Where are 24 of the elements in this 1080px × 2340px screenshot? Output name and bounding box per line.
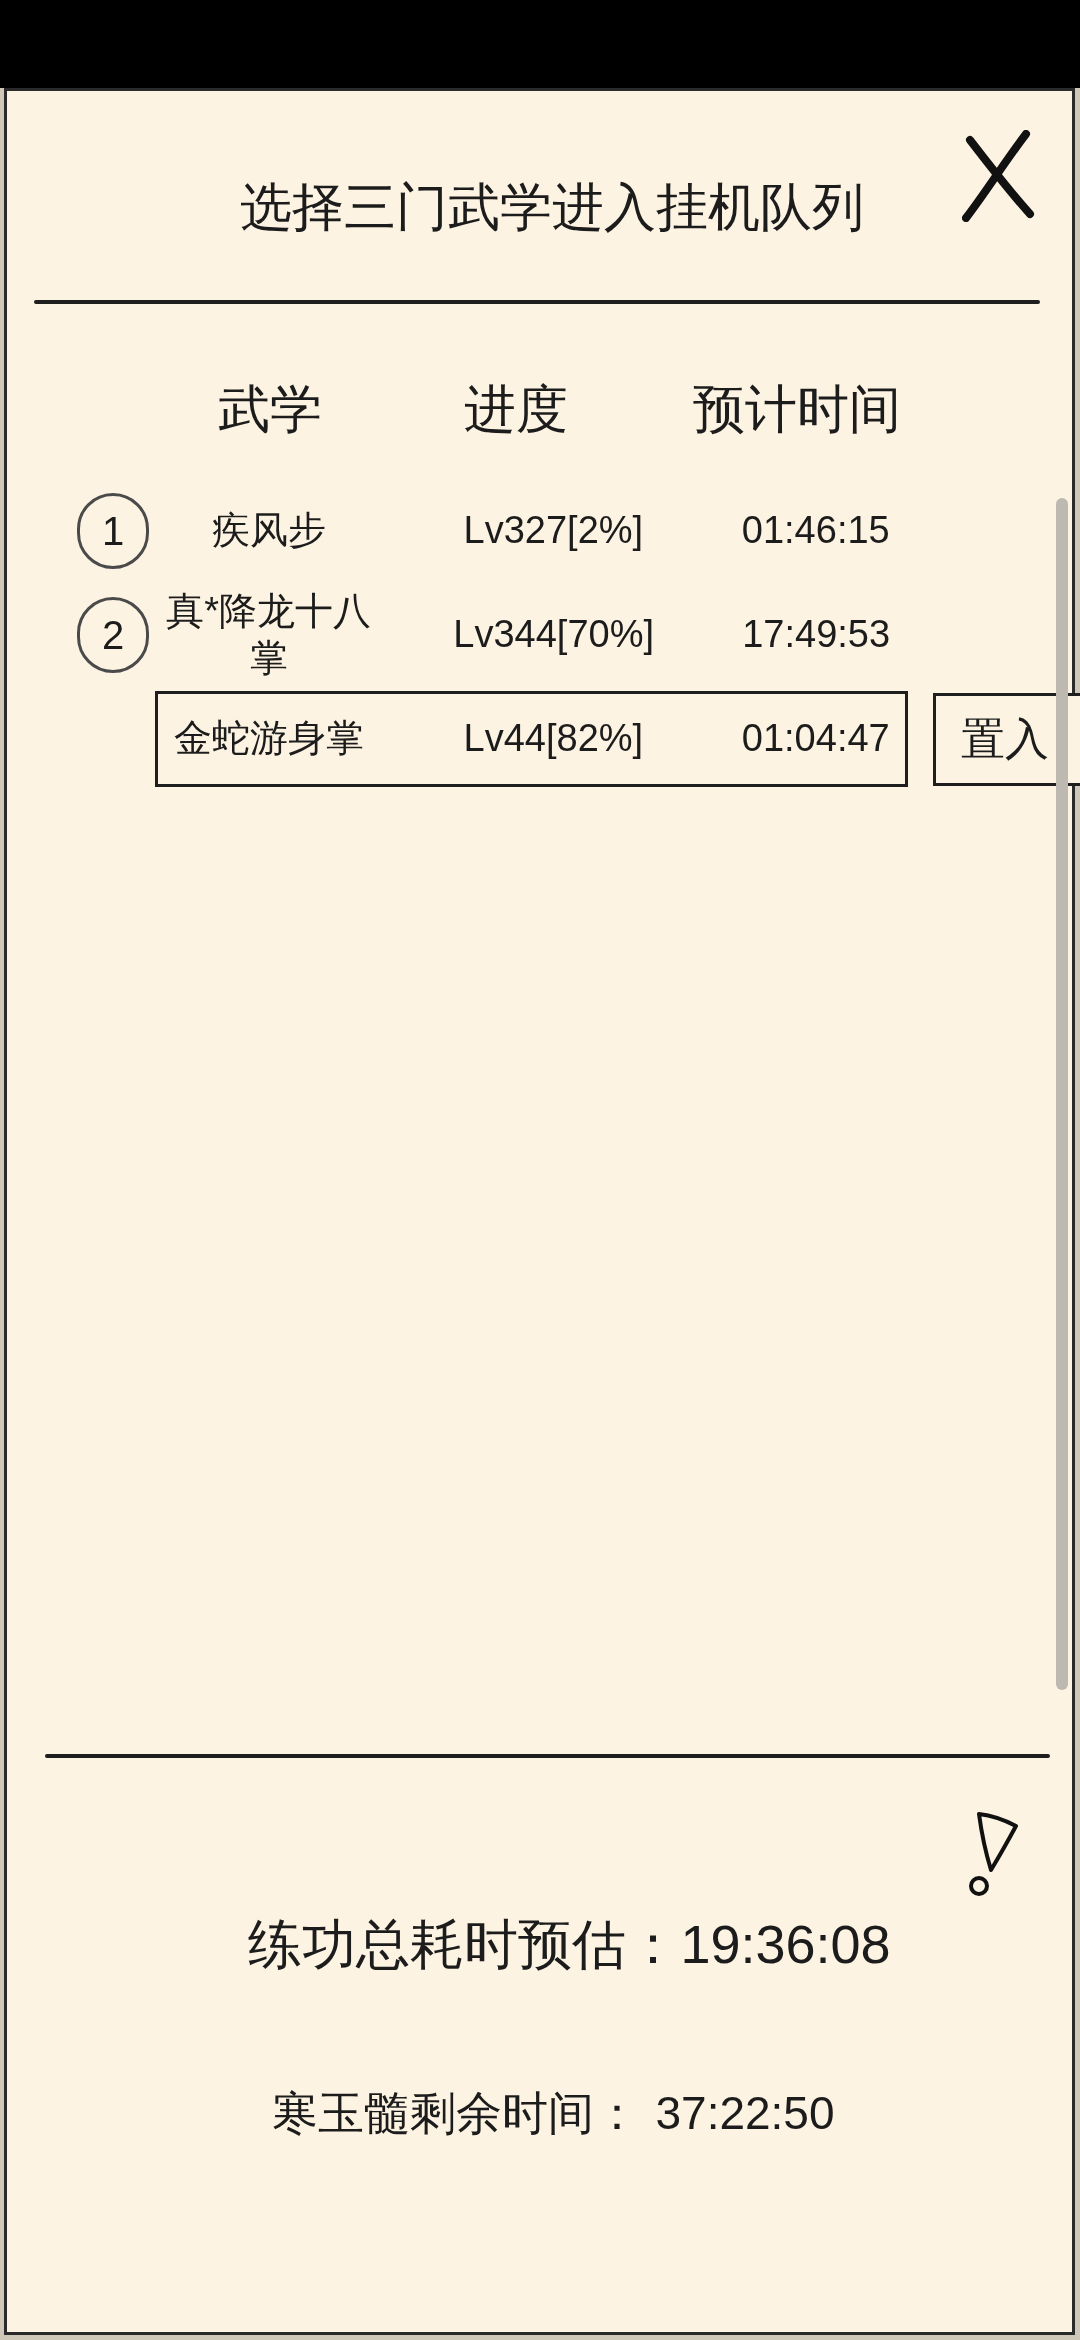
exclamation-icon[interactable] (967, 1810, 1019, 1898)
skill-name: 疾风步 (211, 508, 328, 554)
close-button[interactable] (962, 130, 1036, 222)
estimated-time: 17:49:53 (741, 612, 892, 658)
dialog-title: 选择三门武学进入挂机队列 (240, 177, 864, 237)
skill-name: 金蛇游身掌 (173, 716, 366, 762)
estimate-label: 练功总耗时预估： (248, 1913, 681, 1975)
selected-row-frame[interactable]: 金蛇游身掌 Lv44[82%] 01:04:47 (155, 691, 908, 787)
estimated-time: 01:46:15 (740, 508, 891, 554)
estimated-time: 01:04:47 (740, 716, 891, 762)
queue-number: 2 (77, 597, 149, 673)
column-header: 预计时间 (692, 379, 902, 439)
progress-level: Lv44[82%] (462, 716, 645, 762)
skill-name: 真*降龙十八掌 (165, 588, 373, 681)
close-icon (962, 130, 1036, 222)
estimate-value: 19:36:08 (680, 1913, 891, 1975)
column-header: 进度 (463, 379, 569, 439)
remaining-value: 37:22:50 (655, 2086, 835, 2140)
progress-level: Lv344[70%] (453, 612, 654, 658)
queue-number: 1 (77, 493, 149, 569)
progress-level: Lv327[2%] (462, 508, 645, 554)
remaining-label: 寒玉髓剩余时间： (272, 2086, 641, 2140)
place-button[interactable]: 置入 (933, 692, 1080, 786)
column-header: 武学 (217, 379, 323, 439)
